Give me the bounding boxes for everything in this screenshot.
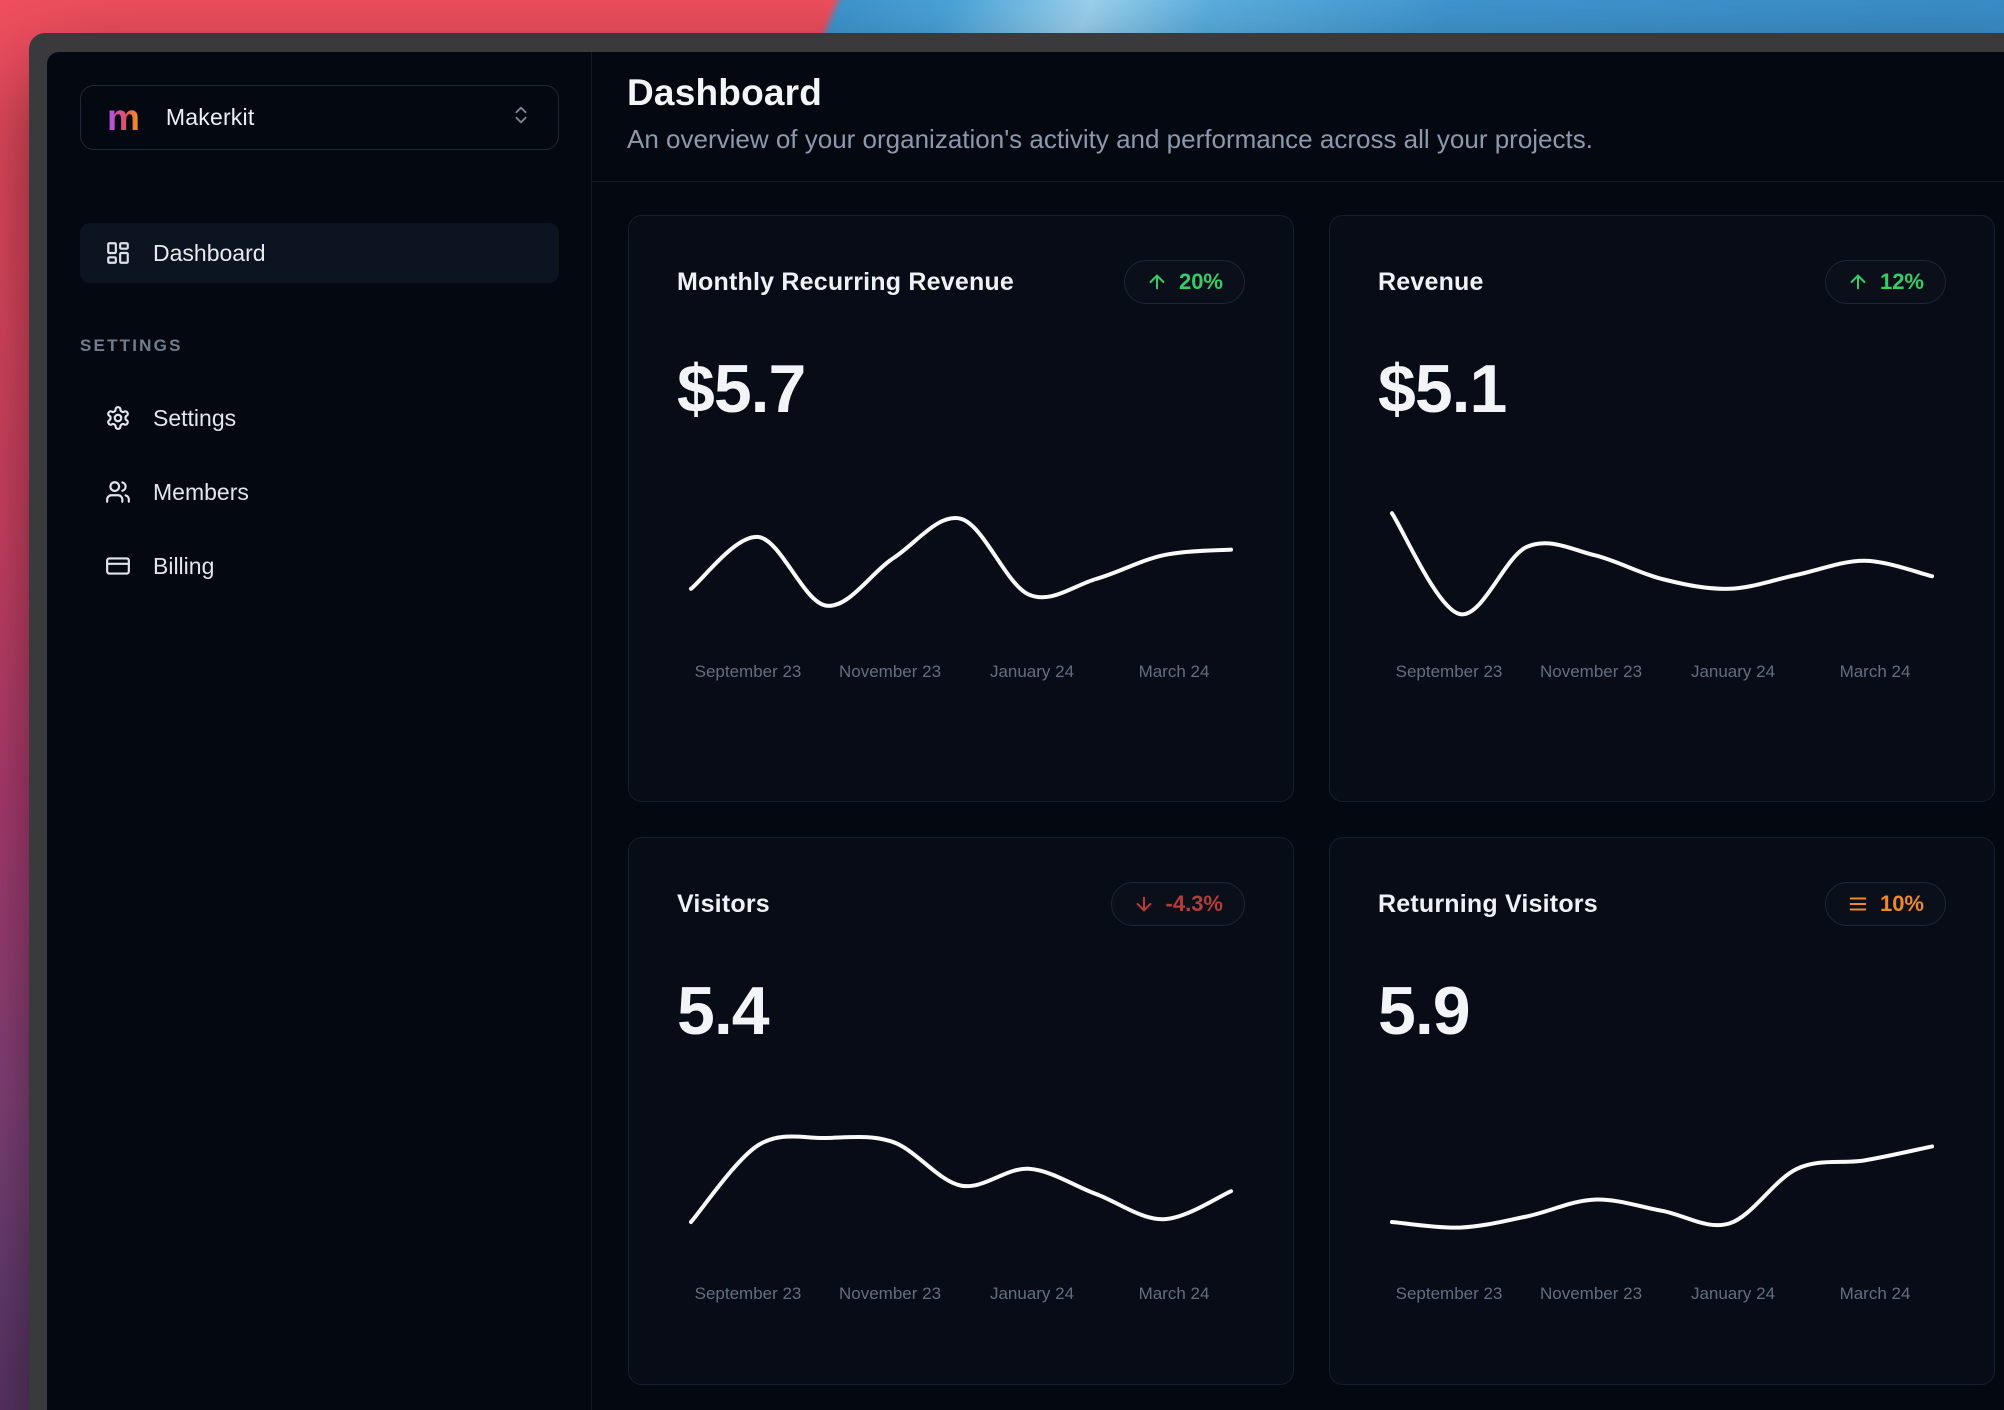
card-title: Revenue bbox=[1378, 267, 1484, 296]
card-title: Monthly Recurring Revenue bbox=[677, 267, 1014, 296]
trend-value: 12% bbox=[1879, 269, 1924, 294]
sparkline-chart: September 23 November 23 January 24 March 2… bbox=[677, 1112, 1245, 1312]
main-content: Dashboard An overview of your organizati… bbox=[592, 52, 2004, 1410]
layout-dashboard-icon bbox=[105, 240, 131, 266]
page-header: Dashboard An overview of your organizati… bbox=[592, 52, 2004, 182]
x-axis-ticks: September 23 November 23 January 24 March 2… bbox=[677, 1284, 1245, 1312]
x-axis-tick: November 23 bbox=[838, 1284, 942, 1303]
x-axis-tick: September 23 bbox=[1395, 1284, 1503, 1303]
metric-card-visitors: Visitors -4.3% 5.4 September 23 November … bbox=[628, 837, 1294, 1385]
metric-card-revenue: Revenue 12% $5.1 September 23 November 23… bbox=[1329, 215, 1995, 802]
page-title: Dashboard bbox=[627, 72, 823, 113]
metric-card-monthly-recurring-revenue: Monthly Recurring Revenue 20% $5.7 Septe… bbox=[628, 215, 1294, 802]
metric-value: $5.7 bbox=[677, 351, 806, 427]
workspace-selector[interactable]: m Makerkit bbox=[80, 85, 559, 150]
card-title: Visitors bbox=[677, 889, 770, 918]
desktop-wallpaper: m Makerkit Dashboard SETTINGS Settings M… bbox=[0, 0, 2004, 1410]
sparkline-chart: September 23 November 23 January 24 March 2… bbox=[1378, 490, 1946, 690]
trend-value: 10% bbox=[1879, 891, 1924, 916]
users-icon bbox=[105, 479, 131, 505]
trend-badge: -4.3% bbox=[1110, 882, 1245, 926]
x-axis-tick: September 23 bbox=[1395, 662, 1503, 681]
gear-icon bbox=[105, 405, 131, 431]
x-axis-tick: January 24 bbox=[1690, 1284, 1776, 1303]
trend-badge: 10% bbox=[1824, 882, 1946, 926]
card-title: Returning Visitors bbox=[1378, 889, 1598, 918]
credit-card-icon bbox=[105, 553, 131, 579]
x-axis-tick: January 24 bbox=[989, 662, 1075, 681]
trend-badge: 20% bbox=[1123, 260, 1245, 304]
metric-value: $5.1 bbox=[1378, 351, 1507, 427]
arrow-down-icon bbox=[1136, 896, 1151, 912]
metric-cards-grid: Monthly Recurring Revenue 20% $5.7 Septe… bbox=[592, 182, 2004, 1385]
x-axis-tick: November 23 bbox=[838, 662, 942, 681]
sparkline-chart: September 23 November 23 January 24 March 2… bbox=[1378, 1112, 1946, 1312]
x-axis-ticks: September 23 November 23 January 24 March 2… bbox=[1378, 1284, 1946, 1312]
sidebar-item-dashboard[interactable]: Dashboard bbox=[80, 223, 559, 283]
sidebar-nav: Dashboard SETTINGS Settings Members Bill… bbox=[80, 223, 559, 588]
menu-icon bbox=[1849, 897, 1867, 911]
trend-badge: 12% bbox=[1824, 260, 1946, 304]
sparkline-line bbox=[1389, 511, 1935, 617]
x-axis-ticks: September 23 November 23 January 24 March 2… bbox=[1378, 662, 1946, 690]
sidebar-item-settings[interactable]: Settings bbox=[80, 396, 559, 440]
app-window: m Makerkit Dashboard SETTINGS Settings M… bbox=[29, 33, 2004, 1410]
chevrons-up-down-icon bbox=[510, 104, 532, 131]
sidebar-item-label: Members bbox=[153, 478, 249, 505]
sidebar-item-label: Settings bbox=[153, 404, 237, 431]
metric-value: 5.4 bbox=[677, 973, 770, 1049]
sidebar-item-billing[interactable]: Billing bbox=[80, 544, 559, 588]
sidebar-item-label: Billing bbox=[153, 552, 215, 579]
x-axis-tick: November 23 bbox=[1539, 1284, 1643, 1303]
x-axis-tick: March 24 bbox=[1138, 662, 1210, 681]
trend-value: -4.3% bbox=[1165, 891, 1223, 916]
x-axis-tick: September 23 bbox=[694, 662, 802, 681]
metric-value: 5.9 bbox=[1378, 973, 1471, 1049]
arrow-up-icon bbox=[1149, 274, 1165, 290]
trend-value: 20% bbox=[1178, 269, 1223, 294]
sidebar-section-settings: SETTINGS bbox=[80, 336, 183, 355]
x-axis-tick: January 24 bbox=[1690, 662, 1776, 681]
workspace-name: Makerkit bbox=[165, 104, 255, 130]
metric-card-returning-visitors: Returning Visitors 10% 5.9 September 23 N… bbox=[1329, 837, 1995, 1385]
sidebar: m Makerkit Dashboard SETTINGS Settings M… bbox=[47, 52, 592, 1410]
x-axis-tick: September 23 bbox=[694, 1284, 802, 1303]
arrow-up-icon bbox=[1850, 274, 1866, 290]
sparkline-chart: September 23 November 23 January 24 March 2… bbox=[677, 490, 1245, 690]
app-content: m Makerkit Dashboard SETTINGS Settings M… bbox=[47, 52, 2004, 1410]
page-subtitle: An overview of your organization's activ… bbox=[627, 124, 1593, 154]
x-axis-tick: March 24 bbox=[1839, 662, 1911, 681]
x-axis-tick: November 23 bbox=[1539, 662, 1643, 681]
sidebar-item-label: Dashboard bbox=[153, 239, 266, 266]
x-axis-tick: January 24 bbox=[989, 1284, 1075, 1303]
x-axis-ticks: September 23 November 23 January 24 March 2… bbox=[677, 662, 1245, 690]
makerkit-logo: m bbox=[107, 97, 140, 138]
x-axis-tick: March 24 bbox=[1138, 1284, 1210, 1303]
x-axis-tick: March 24 bbox=[1839, 1284, 1911, 1303]
sparkline-line bbox=[688, 516, 1234, 608]
sparkline-line bbox=[688, 1134, 1234, 1224]
sparkline-line bbox=[1389, 1144, 1935, 1230]
sidebar-item-members[interactable]: Members bbox=[80, 470, 559, 514]
